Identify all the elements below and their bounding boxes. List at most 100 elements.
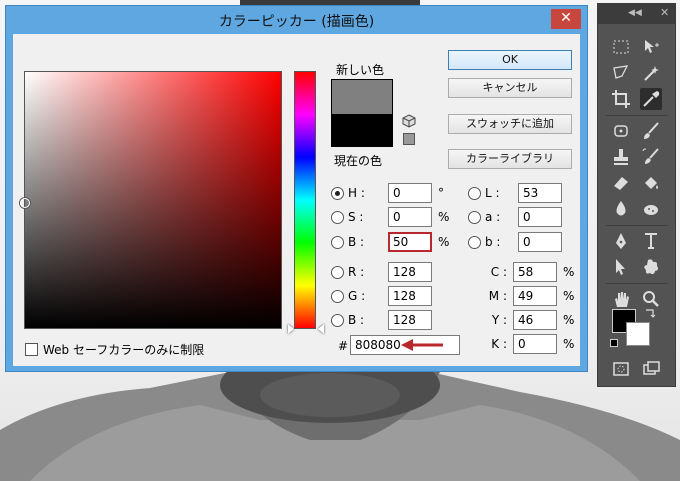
websafe-only-option[interactable]: Web セーフカラーのみに制限 [25, 341, 204, 358]
history-brush-tool-icon[interactable] [640, 146, 662, 168]
input-rgb-b[interactable]: 128 [388, 310, 432, 330]
unit-k: % [563, 337, 575, 351]
radio-s[interactable] [331, 210, 344, 224]
hue-slider-handle-right[interactable] [318, 324, 324, 334]
label-k: K : [491, 337, 507, 351]
marquee-tool-icon[interactable] [610, 36, 632, 58]
input-c[interactable]: 58 [513, 262, 557, 282]
separator [606, 115, 668, 116]
collapse-icon[interactable]: ◀◀ [628, 8, 642, 18]
cmyk-row-y: Y : 46 % [479, 310, 574, 330]
quick-mask-icon[interactable] [610, 358, 632, 380]
lab-row-l: L : 53 [468, 183, 562, 203]
type-tool-icon[interactable] [640, 230, 662, 252]
label-a: a : [485, 210, 501, 224]
input-g[interactable]: 128 [388, 286, 432, 306]
blur-tool-icon[interactable] [610, 198, 632, 220]
unit-s: % [438, 210, 450, 224]
annotation-arrow-icon [401, 339, 443, 351]
swap-colors-icon[interactable] [644, 307, 656, 319]
unit-b: % [438, 235, 450, 249]
ok-button[interactable]: OK [448, 50, 572, 70]
sponge-tool-icon[interactable] [640, 198, 662, 220]
tools-panel-header[interactable]: ◀◀ ✕ [598, 4, 675, 24]
screen-mode-icon[interactable] [640, 358, 662, 380]
radio-rgb-b[interactable] [331, 313, 344, 327]
input-y[interactable]: 46 [513, 310, 557, 330]
hue-slider-handle-left[interactable] [288, 324, 294, 334]
label-h: H : [348, 186, 365, 200]
hsb-row-h: H : 0 ° [331, 183, 444, 203]
separator [606, 283, 668, 284]
hsb-row-s: S : 0 % [331, 207, 449, 227]
input-lab-b[interactable]: 0 [518, 232, 562, 252]
eraser-tool-icon[interactable] [610, 172, 632, 194]
cancel-button[interactable]: キャンセル [448, 78, 572, 98]
lab-row-a: a : 0 [468, 207, 562, 227]
websafe-checkbox[interactable] [25, 343, 38, 356]
label-rgb-b: B : [348, 313, 365, 327]
input-h[interactable]: 0 [388, 183, 432, 203]
path-selection-tool-icon[interactable] [610, 256, 632, 278]
websafe-warning-icon[interactable] [403, 133, 415, 145]
input-l[interactable]: 53 [518, 183, 562, 203]
new-color-label: 新しい色 [336, 63, 385, 77]
dialog-client-area: Web セーフカラーのみに制限 新しい色 現在の色 OK キャンセル スウォッチ… [13, 34, 580, 366]
rgb-row-b: B : 128 [331, 310, 432, 330]
rgb-row-g: G : 128 [331, 286, 432, 306]
radio-r[interactable] [331, 265, 344, 279]
radio-h[interactable] [331, 186, 344, 200]
clone-stamp-tool-icon[interactable] [610, 146, 632, 168]
background-color-swatch[interactable] [626, 322, 650, 346]
input-s[interactable]: 0 [388, 207, 432, 227]
color-libraries-button[interactable]: カラーライブラリ [448, 149, 572, 169]
label-r: R : [348, 265, 365, 279]
default-colors-icon[interactable] [610, 339, 618, 347]
custom-shape-tool-icon[interactable] [640, 256, 662, 278]
unit-c: % [563, 265, 575, 279]
unit-h: ° [438, 186, 444, 200]
label-m: M : [488, 289, 507, 303]
title-bar[interactable]: カラーピッカー (描画色) ✕ [6, 6, 587, 34]
radio-l[interactable] [468, 186, 481, 200]
radio-a[interactable] [468, 210, 481, 224]
pen-tool-icon[interactable] [610, 230, 632, 252]
brush-tool-icon[interactable] [640, 120, 662, 142]
cmyk-row-k: K : 0 % [479, 334, 574, 354]
current-color-label: 現在の色 [334, 154, 383, 168]
separator [606, 225, 668, 226]
spot-healing-tool-icon[interactable] [610, 120, 632, 142]
label-b: B : [348, 235, 365, 249]
close-button[interactable]: ✕ [551, 9, 581, 29]
unit-m: % [563, 289, 575, 303]
hsb-row-b: B : 50 % [331, 232, 449, 252]
color-field-marker[interactable] [20, 198, 30, 208]
hue-slider[interactable] [294, 71, 316, 329]
hex-label: # [338, 339, 349, 353]
paint-bucket-tool-icon[interactable] [640, 172, 662, 194]
label-g: G : [348, 289, 366, 303]
lasso-tool-icon[interactable] [610, 62, 632, 84]
hand-tool-icon[interactable] [610, 288, 632, 310]
label-c: C : [490, 265, 507, 279]
radio-g[interactable] [331, 289, 344, 303]
input-k[interactable]: 0 [513, 334, 557, 354]
out-of-gamut-cube-icon[interactable] [402, 114, 416, 128]
input-r[interactable]: 128 [388, 262, 432, 282]
current-color-swatch[interactable] [332, 114, 392, 146]
color-field[interactable] [20, 71, 282, 329]
add-to-swatches-button[interactable]: スウォッチに追加 [448, 114, 572, 134]
move-tool-icon[interactable] [640, 36, 662, 58]
radio-b[interactable] [331, 235, 344, 249]
unit-y: % [563, 313, 575, 327]
magic-wand-tool-icon[interactable] [640, 62, 662, 84]
rgb-row-r: R : 128 [331, 262, 432, 282]
input-m[interactable]: 49 [513, 286, 557, 306]
radio-lab-b[interactable] [468, 235, 481, 249]
input-a[interactable]: 0 [518, 207, 562, 227]
eyedropper-tool-icon[interactable] [640, 88, 662, 110]
panel-close-icon[interactable]: ✕ [660, 6, 669, 19]
input-b[interactable]: 50 [388, 232, 432, 252]
crop-tool-icon[interactable] [610, 88, 632, 110]
websafe-label: Web セーフカラーのみに制限 [43, 343, 205, 357]
